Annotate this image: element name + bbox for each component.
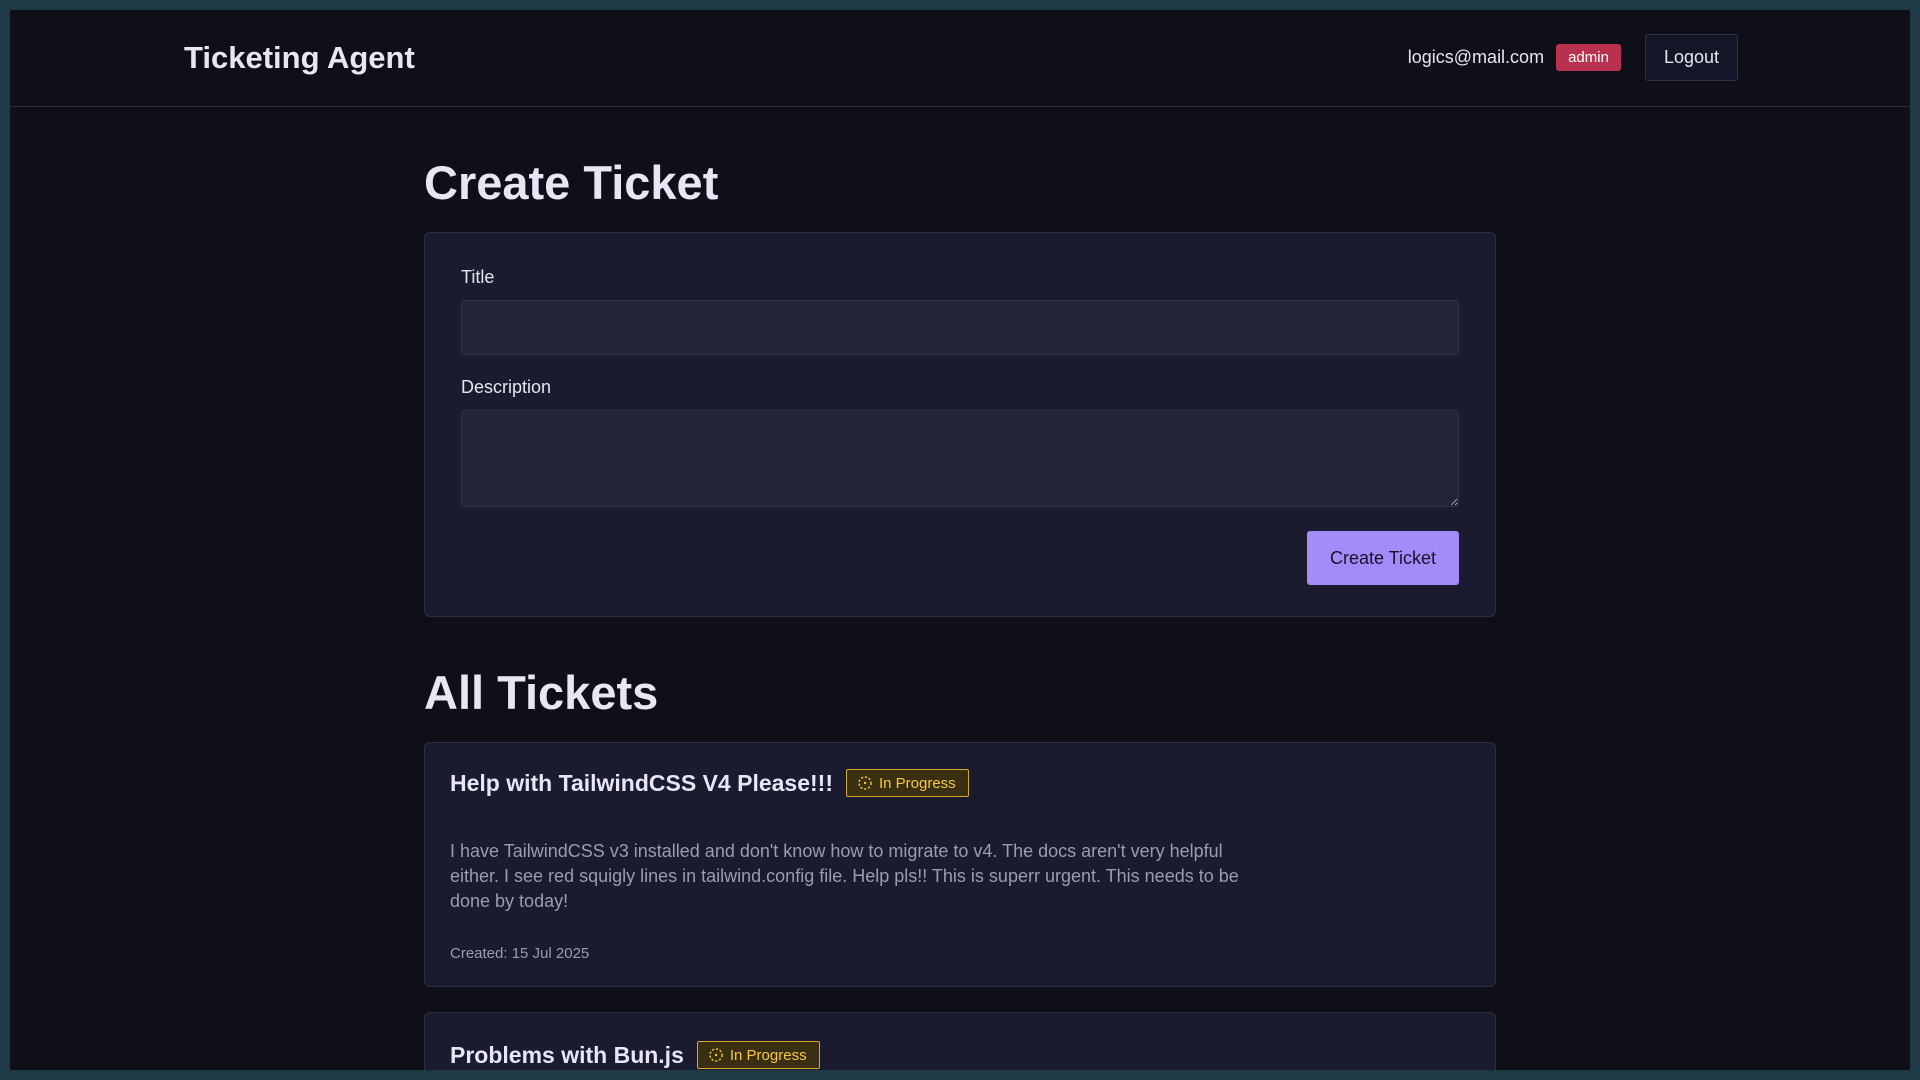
description-input[interactable] [461, 410, 1459, 507]
create-ticket-heading: Create Ticket [424, 156, 719, 209]
main-content: Create Ticket Title Description Create T… [424, 107, 1496, 1070]
progress-dashed-circle-icon [709, 1048, 723, 1062]
status-label: In Progress [729, 1046, 807, 1064]
description-label: Description [461, 377, 552, 397]
create-ticket-button[interactable]: Create Ticket [1306, 531, 1459, 585]
title-input[interactable] [461, 300, 1459, 355]
ticket-title: Help with TailwindCSS V4 Please!!! [450, 769, 833, 796]
status-badge: In Progress [845, 769, 969, 797]
ticket-header: Problems with Bun.js In Progress [450, 1041, 1470, 1069]
app-title[interactable]: Ticketing Agent [184, 40, 415, 76]
ticket-header: Help with TailwindCSS V4 Please!!! In Pr… [450, 769, 1470, 797]
status-badge: In Progress [696, 1041, 820, 1069]
title-label: Title [461, 267, 495, 287]
ticket-description: I have TailwindCSS v3 installed and don'… [450, 841, 1239, 911]
all-tickets-heading: All Tickets [424, 666, 659, 719]
role-badge: admin [1556, 44, 1621, 71]
logout-button[interactable]: Logout [1644, 34, 1738, 81]
ticket-card[interactable]: Help with TailwindCSS V4 Please!!! In Pr… [424, 742, 1496, 987]
ticket-card[interactable]: Problems with Bun.js In Progress [424, 1012, 1496, 1070]
user-area: logics@mail.com admin Logout [1408, 34, 1738, 81]
navbar: Ticketing Agent logics@mail.com admin Lo… [10, 10, 1910, 107]
ticket-created-date: Created: 15 Jul 2025 [450, 945, 590, 962]
ticket-title: Problems with Bun.js [450, 1041, 684, 1068]
status-label: In Progress [878, 774, 956, 792]
user-email: logics@mail.com [1407, 47, 1545, 67]
create-ticket-form: Title Description Create Ticket [424, 232, 1496, 617]
app-window: Ticketing Agent logics@mail.com admin Lo… [10, 10, 1910, 1070]
progress-dashed-circle-icon [858, 776, 872, 790]
submit-row: Create Ticket [461, 531, 1459, 585]
